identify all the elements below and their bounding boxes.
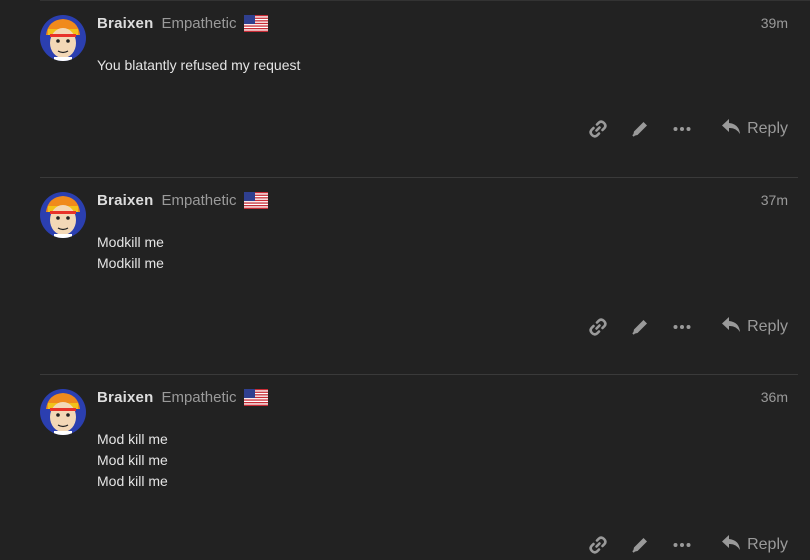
post: Braixen Empathetic 37m Modkill me Modkil… [40, 177, 798, 375]
post-actions: Reply [577, 533, 788, 557]
post: Braixen Empathetic 39m You blatantly ref… [40, 0, 798, 178]
user-title: Empathetic [161, 191, 237, 209]
us-flag-icon [244, 14, 269, 32]
avatar[interactable] [40, 192, 86, 238]
post-actions: Reply [577, 117, 788, 141]
post-text-line: Modkill me [97, 255, 164, 271]
post-meta: Braixen Empathetic [97, 190, 269, 210]
post-body: Modkill me Modkill me [97, 232, 164, 274]
more-icon[interactable] [661, 533, 703, 557]
reply-icon [721, 316, 741, 339]
post-text-line: Mod kill me [97, 431, 168, 447]
reply-icon [721, 118, 741, 141]
reply-label: Reply [747, 318, 788, 335]
link-icon[interactable] [577, 315, 619, 339]
avatar-image [40, 389, 86, 435]
link-icon[interactable] [577, 533, 619, 557]
reply-label: Reply [747, 536, 788, 553]
post-text-line: Mod kill me [97, 473, 168, 489]
us-flag-icon [244, 191, 269, 209]
avatar-image [40, 15, 86, 61]
post-body: Mod kill me Mod kill me Mod kill me [97, 429, 168, 492]
username[interactable]: Braixen [97, 15, 153, 32]
post-body: You blatantly refused my request [97, 55, 300, 76]
pencil-icon[interactable] [619, 315, 661, 339]
avatar[interactable] [40, 15, 86, 61]
post-meta: Braixen Empathetic [97, 387, 269, 407]
post-meta: Braixen Empathetic [97, 13, 269, 33]
more-icon[interactable] [661, 315, 703, 339]
post-time[interactable]: 36m [761, 389, 788, 405]
pencil-icon[interactable] [619, 117, 661, 141]
avatar[interactable] [40, 389, 86, 435]
post-text-line: You blatantly refused my request [97, 57, 301, 73]
user-title: Empathetic [161, 14, 237, 32]
post-text-line: Mod kill me [97, 452, 168, 468]
post-text-line: Modkill me [97, 234, 164, 250]
reply-button[interactable]: Reply [721, 118, 788, 141]
reply-label: Reply [747, 120, 788, 137]
post-time[interactable]: 37m [761, 192, 788, 208]
post-actions: Reply [577, 315, 788, 339]
us-flag-icon [244, 388, 269, 406]
username[interactable]: Braixen [97, 192, 153, 209]
more-icon[interactable] [661, 117, 703, 141]
username[interactable]: Braixen [97, 389, 153, 406]
reply-icon [721, 534, 741, 557]
user-title: Empathetic [161, 388, 237, 406]
post-time[interactable]: 39m [761, 15, 788, 31]
post: Braixen Empathetic 36m Mod kill me Mod k… [40, 374, 798, 560]
reply-button[interactable]: Reply [721, 534, 788, 557]
pencil-icon[interactable] [619, 533, 661, 557]
avatar-image [40, 192, 86, 238]
link-icon[interactable] [577, 117, 619, 141]
reply-button[interactable]: Reply [721, 316, 788, 339]
